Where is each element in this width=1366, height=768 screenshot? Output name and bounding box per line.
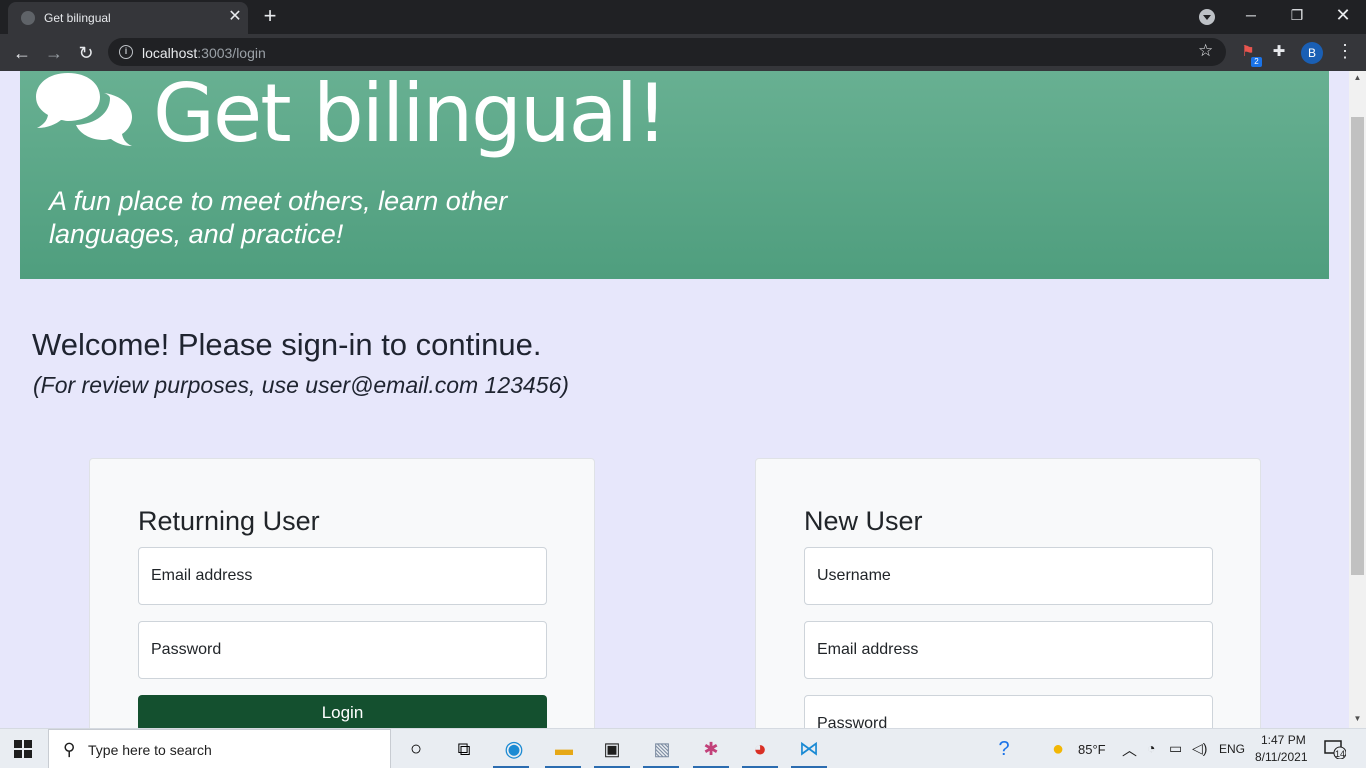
scrollbar-thumb[interactable] (1351, 117, 1364, 575)
scroll-up-arrow-icon[interactable]: ▲ (1349, 73, 1366, 85)
close-tab-icon[interactable]: ✕ (226, 8, 244, 26)
welcome-heading: Welcome! Please sign-in to continue. (32, 327, 542, 362)
signup-username-field[interactable] (804, 547, 1213, 605)
taskbar-search-placeholder: Type here to search (88, 742, 212, 758)
login-card-title: Returning User (138, 506, 320, 536)
signup-email-field[interactable] (804, 621, 1213, 679)
site-title: Get bilingual! (153, 71, 668, 160)
vscode-icon[interactable]: ⋈ (794, 735, 824, 763)
close-window-button[interactable]: ✕ (1320, 0, 1366, 30)
profile-avatar[interactable]: B (1301, 42, 1323, 64)
photos-icon[interactable]: ▧ (647, 735, 677, 763)
chevron-up-icon[interactable]: ︿ (1122, 739, 1137, 760)
task-view-icon[interactable]: ⧉ (449, 735, 479, 763)
tab-title: Get bilingual (44, 11, 111, 25)
weather-sun-icon[interactable]: ● (1043, 735, 1073, 763)
globe-icon (21, 11, 35, 25)
login-email-field[interactable] (138, 547, 547, 605)
tab-search-icon[interactable] (1199, 9, 1215, 25)
browser-titlebar: Get bilingual ✕ + ─ ❐ ✕ (0, 0, 1366, 34)
reload-button[interactable]: ↻ (73, 40, 99, 66)
browser-tab[interactable]: Get bilingual ✕ (8, 2, 248, 34)
hero-banner: Get bilingual! A fun place to meet other… (20, 71, 1329, 279)
signup-card: New User (755, 458, 1261, 728)
cortana-icon[interactable]: ○ (401, 735, 431, 763)
slack-icon[interactable]: ✱ (696, 735, 726, 763)
new-tab-button[interactable]: + (258, 5, 282, 29)
volume-icon[interactable]: ◁) (1192, 740, 1207, 757)
forward-button[interactable]: → (41, 40, 67, 66)
signup-password-field[interactable] (804, 695, 1213, 728)
language-indicator[interactable]: ENG (1219, 742, 1245, 756)
chrome-icon[interactable]: ◕ (745, 735, 775, 763)
chat-bubbles-icon (36, 73, 132, 146)
bookmark-star-icon[interactable]: ☆ (1198, 41, 1213, 61)
signup-card-title: New User (804, 506, 923, 536)
file-explorer-icon[interactable]: ▬ (549, 735, 579, 763)
search-icon: ⚲ (63, 740, 76, 759)
site-info-icon[interactable]: i (119, 45, 133, 59)
clock-time[interactable]: 1:47 PM (1261, 733, 1306, 747)
back-button[interactable]: ← (9, 40, 35, 66)
site-tagline: A fun place to meet others, learn other … (49, 186, 508, 249)
restore-button[interactable]: ❐ (1274, 0, 1320, 30)
minimize-button[interactable]: ─ (1228, 0, 1274, 30)
network-icon[interactable]: ◔ (1147, 740, 1155, 756)
edge-icon[interactable]: ◉ (499, 735, 529, 763)
notification-count: 14 (1335, 749, 1346, 759)
page-viewport: Get bilingual! A fun place to meet other… (0, 71, 1349, 728)
clock-date[interactable]: 8/11/2021 (1255, 750, 1308, 764)
extensions-puzzle-icon[interactable]: ✚ (1269, 42, 1289, 62)
review-credentials-note: (For review purposes, use user@email.com… (33, 372, 569, 398)
scroll-down-arrow-icon[interactable]: ▼ (1349, 714, 1366, 726)
login-password-field[interactable] (138, 621, 547, 679)
battery-icon[interactable]: ▭ (1169, 740, 1182, 757)
page-scrollbar[interactable]: ▲ ▼ (1349, 71, 1366, 728)
more-menu-icon[interactable]: ⋮ (1336, 41, 1354, 62)
help-icon[interactable]: ? (989, 735, 1019, 763)
url-text[interactable]: localhost:3003/login (142, 45, 266, 61)
windows-taskbar: ⚲ Type here to search ○ ⧉ ◉ ▬ ▣ ▧ ✱ ◕ ⋈ … (0, 728, 1366, 768)
login-card: Returning User Login (89, 458, 595, 728)
windows-start-icon[interactable] (14, 740, 32, 758)
weather-temperature[interactable]: 85°F (1078, 742, 1106, 757)
extension-badge: 2 (1251, 57, 1262, 67)
terminal-icon[interactable]: ▣ (597, 735, 627, 763)
taskbar-search-box[interactable]: ⚲ Type here to search (48, 729, 391, 768)
login-button[interactable]: Login (138, 695, 547, 728)
browser-toolbar: ← → ↻ i localhost:3003/login ☆ ⚑ 2 ✚ B ⋮ (0, 34, 1366, 71)
address-bar[interactable]: i localhost:3003/login ☆ (108, 38, 1226, 66)
